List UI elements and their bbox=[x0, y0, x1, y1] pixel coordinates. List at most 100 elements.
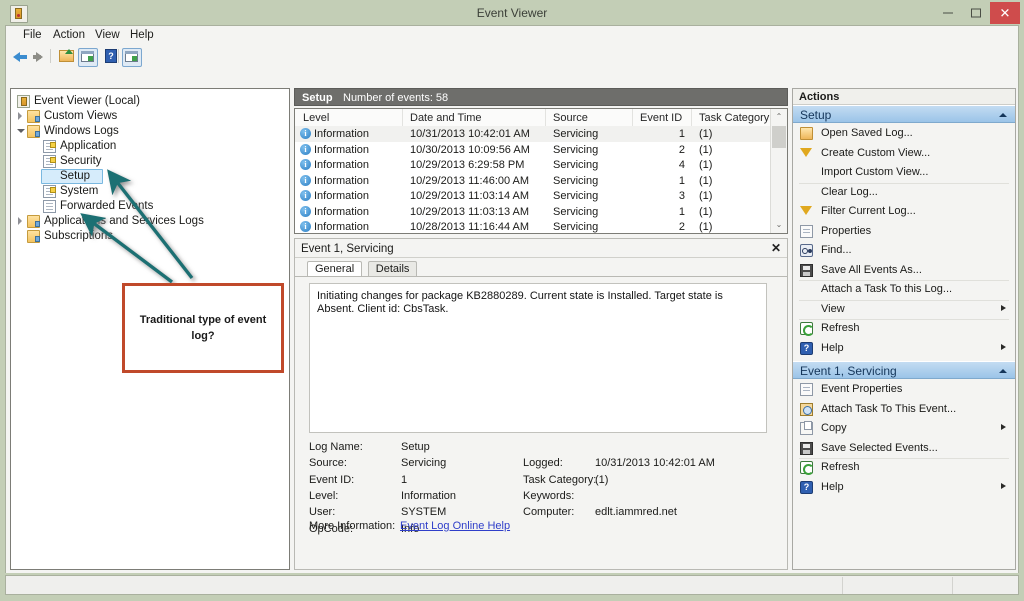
event-viewer-window: Event Viewer ✕ File Action View Help ? Even… bbox=[0, 0, 1024, 601]
information-icon: i bbox=[300, 174, 311, 186]
event-row[interactable]: i Information 10/29/2013 6:29:58 PM Servici… bbox=[295, 157, 787, 173]
expand-twisty-icon[interactable] bbox=[17, 217, 26, 226]
column-header-event-id[interactable]: Event ID bbox=[640, 112, 682, 124]
action-help[interactable]: ? Help bbox=[793, 339, 1015, 358]
event-list[interactable]: Level Date and Time Source Event ID Task Cat… bbox=[294, 108, 788, 234]
action-import-custom-view[interactable]: Import Custom View... bbox=[793, 163, 1015, 182]
action-label: Open Saved Log... bbox=[821, 127, 913, 139]
action-refresh[interactable]: Refresh bbox=[793, 319, 1015, 338]
log-evt-icon bbox=[43, 140, 56, 153]
chevron-up-icon[interactable] bbox=[999, 369, 1007, 373]
menu-help[interactable]: Help bbox=[123, 29, 161, 41]
action-filter-current-log[interactable]: Filter Current Log... bbox=[793, 202, 1015, 221]
information-icon: i bbox=[300, 221, 311, 232]
action-open-saved-log[interactable]: Open Saved Log... bbox=[793, 124, 1015, 143]
show-hide-tree-icon[interactable] bbox=[78, 48, 98, 67]
chevron-up-icon[interactable] bbox=[999, 113, 1007, 117]
tree-item-label: Windows Logs bbox=[44, 125, 119, 137]
maximize-button[interactable] bbox=[962, 2, 990, 24]
menu-view[interactable]: View bbox=[88, 29, 127, 41]
panes-container: Event Viewer (Local) Custom Views Windows … bbox=[6, 68, 1018, 573]
action-properties[interactable]: Properties bbox=[793, 222, 1015, 241]
event-id: 2 bbox=[678, 221, 685, 233]
menu-file[interactable]: File bbox=[16, 29, 49, 41]
submenu-arrow-icon[interactable] bbox=[1001, 424, 1006, 430]
action-create-custom-view[interactable]: Create Custom View... bbox=[793, 144, 1015, 163]
expand-twisty-icon[interactable] bbox=[17, 112, 26, 121]
action-refresh[interactable]: Refresh bbox=[793, 458, 1015, 477]
tree-item-event-viewer-local[interactable]: Event Viewer (Local) bbox=[11, 94, 289, 109]
event-count-label: Number of events: 58 bbox=[343, 92, 449, 104]
event-datetime: 10/31/2013 10:42:01 AM bbox=[410, 128, 530, 140]
tree-item-custom-views[interactable]: Custom Views bbox=[11, 109, 289, 124]
action-event-properties[interactable]: Event Properties bbox=[793, 380, 1015, 399]
action-label: Copy bbox=[821, 422, 847, 434]
field-value: Setup bbox=[401, 441, 430, 453]
submenu-arrow-icon[interactable] bbox=[1001, 304, 1006, 311]
event-source: Servicing bbox=[553, 174, 599, 187]
event-log-online-help-link[interactable]: Event Log Online Help bbox=[400, 520, 510, 532]
event-detail-pane: Event 1, Servicing ✕ General Details Init… bbox=[294, 238, 788, 570]
action-find[interactable]: Find... bbox=[793, 241, 1015, 260]
event-row[interactable]: i Information 10/29/2013 11:03:14 AM Servic… bbox=[295, 188, 787, 204]
scrollbar-thumb[interactable] bbox=[772, 126, 786, 148]
tree-item-forwarded-events[interactable]: Forwarded Events bbox=[11, 199, 289, 214]
tab-general[interactable]: General bbox=[307, 261, 363, 277]
tree-item-system[interactable]: System bbox=[11, 184, 289, 199]
back-arrow-icon[interactable] bbox=[12, 48, 30, 65]
minimize-button[interactable] bbox=[934, 2, 962, 24]
tree-item-setup[interactable]: Setup bbox=[11, 169, 289, 184]
tree-item-application[interactable]: Application bbox=[11, 139, 289, 154]
annotation-text: Traditional type of event log? bbox=[139, 314, 267, 342]
column-header-date-and-time[interactable]: Date and Time bbox=[410, 112, 482, 124]
action-save-selected-events[interactable]: Save Selected Events... bbox=[793, 439, 1015, 458]
action-save-all-events-as[interactable]: Save All Events As... bbox=[793, 261, 1015, 280]
event-row[interactable]: i Information 10/29/2013 11:46:00 AM Servic… bbox=[295, 173, 787, 189]
tree-item-windows-logs[interactable]: Windows Logs bbox=[11, 124, 289, 139]
action-help[interactable]: ? Help bbox=[793, 478, 1015, 497]
column-header-level[interactable]: Level bbox=[303, 112, 329, 124]
event-datetime: 10/28/2013 11:16:44 AM bbox=[410, 221, 530, 233]
event-row[interactable]: i Information 10/29/2013 11:03:13 AM Servic… bbox=[295, 204, 787, 220]
action-attach-task-to-this-event[interactable]: Attach Task To This Event... bbox=[793, 400, 1015, 419]
menu-action[interactable]: Action bbox=[46, 29, 92, 41]
event-row[interactable]: i Information 10/30/2013 10:09:56 AM Servic… bbox=[295, 142, 787, 158]
event-row[interactable]: i Information 10/28/2013 11:16:44 AM Servic… bbox=[295, 219, 787, 233]
tree-item-subscriptions[interactable]: Subscriptions bbox=[11, 229, 289, 244]
action-view[interactable]: View bbox=[793, 299, 1015, 319]
close-icon: ✕ bbox=[999, 5, 1011, 21]
scroll-down-icon[interactable]: ⌄ bbox=[771, 217, 787, 233]
action-copy[interactable]: Copy bbox=[793, 419, 1015, 438]
log-header-bar: Setup Number of events: 58 bbox=[294, 88, 788, 106]
detail-close-icon[interactable]: ✕ bbox=[771, 241, 781, 255]
event-datetime: 10/29/2013 6:29:58 PM bbox=[410, 159, 525, 171]
action-clear-log[interactable]: Clear Log... bbox=[793, 182, 1015, 202]
action-attach-a-task-to-this-log[interactable]: Attach a Task To this Log... bbox=[793, 280, 1015, 299]
forward-arrow-icon[interactable] bbox=[32, 48, 50, 65]
actions-section-header[interactable]: Setup bbox=[793, 105, 1015, 123]
action-label: Import Custom View... bbox=[821, 166, 929, 178]
event-task-category: (1) bbox=[699, 221, 713, 233]
tree-item-applications-and-services-logs[interactable]: Applications and Services Logs bbox=[11, 214, 289, 229]
actions-section-header[interactable]: Event 1, Servicing bbox=[793, 361, 1015, 379]
event-list-scrollbar[interactable]: ⌃ ⌄ bbox=[770, 109, 787, 233]
scroll-up-icon[interactable]: ⌃ bbox=[771, 109, 787, 125]
event-task-category: (1) bbox=[699, 190, 713, 202]
collapse-twisty-icon[interactable] bbox=[17, 127, 26, 136]
tab-details[interactable]: Details bbox=[367, 261, 418, 277]
information-icon: i bbox=[300, 190, 311, 201]
properties-icon[interactable] bbox=[122, 48, 142, 67]
action-label: Save Selected Events... bbox=[821, 441, 938, 454]
tool-bar: ? bbox=[6, 45, 1018, 69]
tree-item-security[interactable]: Security bbox=[11, 154, 289, 169]
column-header-source[interactable]: Source bbox=[553, 112, 588, 124]
column-header-task-category[interactable]: Task Category bbox=[699, 112, 769, 124]
submenu-arrow-icon[interactable] bbox=[1001, 343, 1006, 350]
event-row[interactable]: i Information 10/31/2013 10:42:01 AM Servic… bbox=[295, 126, 787, 142]
up-folder-icon[interactable] bbox=[58, 48, 76, 65]
event-task-category: (1) bbox=[699, 159, 713, 171]
help-icon[interactable]: ? bbox=[102, 48, 120, 65]
submenu-arrow-icon[interactable] bbox=[1001, 482, 1006, 489]
close-button[interactable]: ✕ bbox=[990, 2, 1020, 24]
action-label: Refresh bbox=[821, 322, 860, 334]
